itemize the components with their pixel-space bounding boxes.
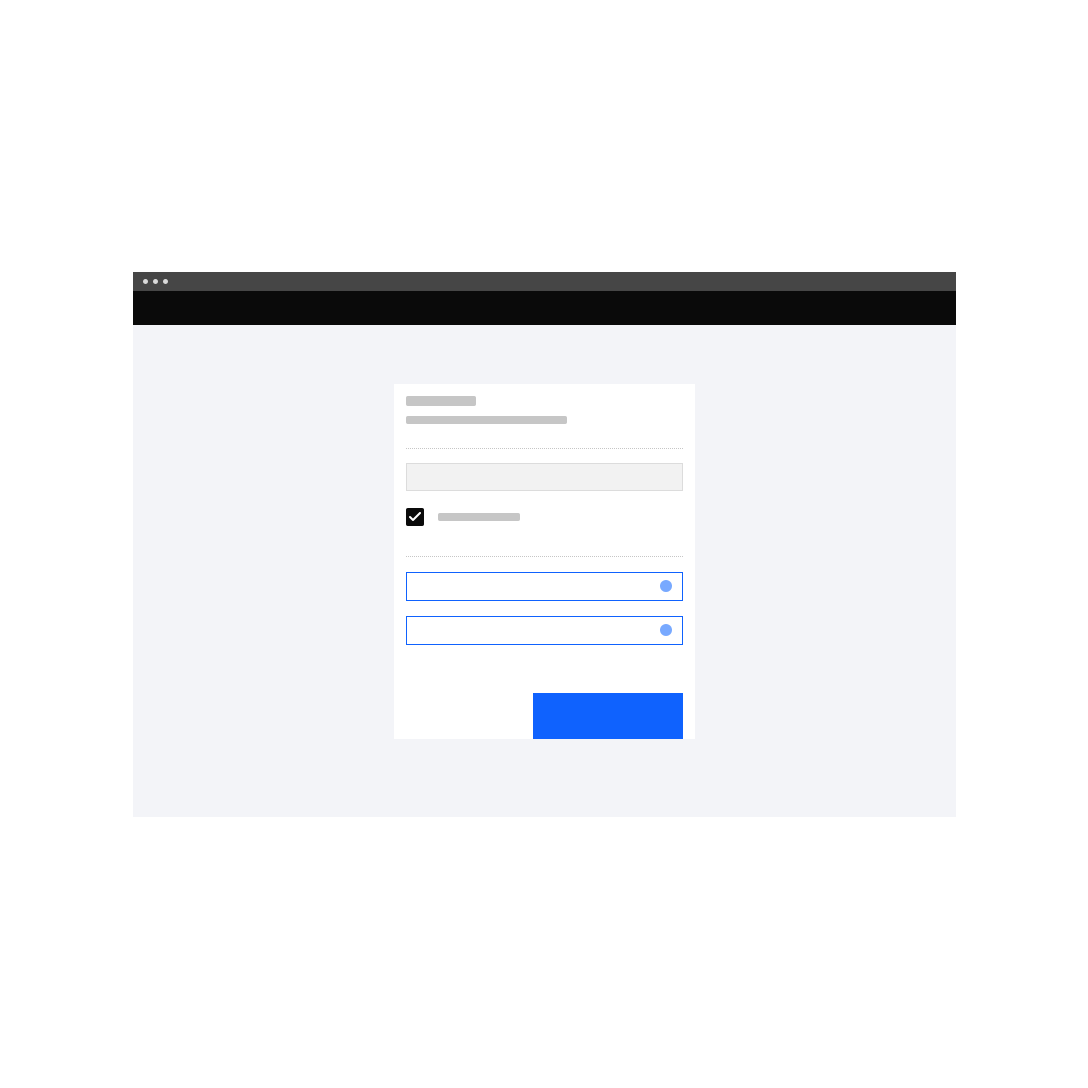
app-header — [133, 291, 956, 325]
form-card — [394, 384, 695, 739]
checkbox[interactable] — [406, 508, 424, 526]
card-subtitle — [406, 416, 567, 424]
browser-window — [133, 272, 956, 817]
window-control-maximize[interactable] — [163, 279, 168, 284]
spacer — [406, 660, 683, 693]
divider — [406, 556, 683, 557]
text-input[interactable] — [406, 463, 683, 491]
button-row — [406, 693, 683, 739]
window-control-close[interactable] — [143, 279, 148, 284]
indicator-dot-icon — [660, 580, 672, 592]
selectable-field-2[interactable] — [406, 616, 683, 645]
checkbox-row — [406, 508, 683, 526]
divider — [406, 448, 683, 449]
card-title — [406, 396, 476, 406]
content-area — [133, 325, 956, 739]
checkbox-label — [438, 513, 520, 521]
window-titlebar — [133, 272, 956, 291]
indicator-dot-icon — [660, 624, 672, 636]
primary-button[interactable] — [533, 693, 683, 739]
selectable-field-1[interactable] — [406, 572, 683, 601]
check-icon — [409, 512, 421, 522]
window-control-minimize[interactable] — [153, 279, 158, 284]
